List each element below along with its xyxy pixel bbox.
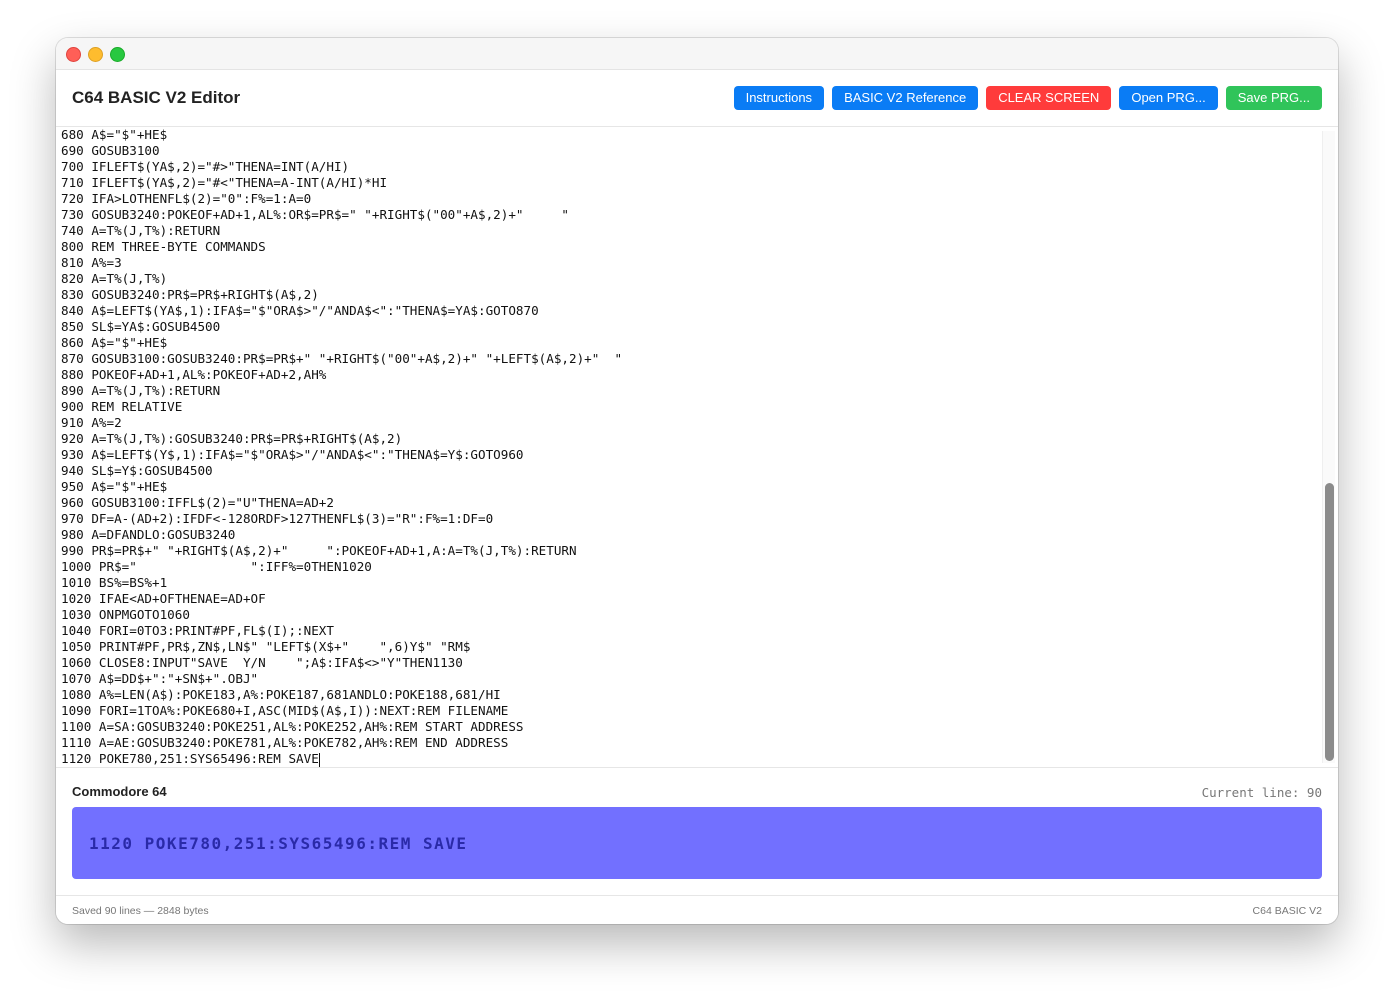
code-line[interactable]: 710 IFLEFT$(YA$,2)="#<"THENA=A-INT(A/HI)… bbox=[61, 175, 622, 191]
code-line[interactable]: 980 A=DFANDLO:GOSUB3240 bbox=[61, 527, 622, 543]
code-line[interactable]: 1040 FORI=0TO3:PRINT#PF,FL$(I);:NEXT bbox=[61, 623, 622, 639]
app-title: C64 BASIC V2 Editor bbox=[72, 88, 241, 107]
code-line[interactable]: 880 POKEOF+AD+1,AL%:POKEOF+AD+2,AH% bbox=[61, 367, 622, 383]
code-editor[interactable]: 680 A$="$"+HE$ 690 GOSUB3100 700 IFLEFT$(Y… bbox=[56, 127, 1338, 768]
status-bar: Saved 90 lines — 2848 bytes C64 BASIC V2 bbox=[56, 895, 1338, 924]
code-line[interactable]: 990 PR$=PR$+" "+RIGHT$(A$,2)+" ":POKEOF+… bbox=[61, 543, 622, 559]
code-line[interactable]: 680 A$="$"+HE$ bbox=[61, 127, 622, 143]
current-line-indicator: Current line: 90 bbox=[1201, 785, 1322, 800]
vertical-scrollbar[interactable] bbox=[1322, 131, 1335, 763]
code-line[interactable]: 800 REM THREE-BYTE COMMANDS bbox=[61, 239, 622, 255]
code-text-area[interactable]: 680 A$="$"+HE$ 690 GOSUB3100 700 IFLEFT$(Y… bbox=[61, 127, 622, 767]
toolbar: C64 BASIC V2 Editor Instructions BASIC V… bbox=[56, 70, 1338, 127]
code-line[interactable]: 1000 PR$=" ":IFF%=0THEN1020 bbox=[61, 559, 622, 575]
code-line[interactable]: 830 GOSUB3240:PR$=PR$+RIGHT$(A$,2) bbox=[61, 287, 622, 303]
code-line[interactable]: 740 A=T%(J,T%):RETURN bbox=[61, 223, 622, 239]
code-line[interactable]: 690 GOSUB3100 bbox=[61, 143, 622, 159]
code-line[interactable]: 850 SL$=YA$:GOSUB4500 bbox=[61, 319, 622, 335]
code-line[interactable]: 960 GOSUB3100:IFFL$(2)="U"THENA=AD+2 bbox=[61, 495, 622, 511]
code-line[interactable]: 900 REM RELATIVE bbox=[61, 399, 622, 415]
code-line[interactable]: 930 A$=LEFT$(Y$,1):IFA$="$"ORA$>"/"ANDA$… bbox=[61, 447, 622, 463]
code-line[interactable]: 1060 CLOSE8:INPUT"SAVE Y/N ";A$:IFA$<>"Y… bbox=[61, 655, 622, 671]
code-line[interactable]: 810 A%=3 bbox=[61, 255, 622, 271]
code-line[interactable]: 910 A%=2 bbox=[61, 415, 622, 431]
c64-screen: 1120 POKE780,251:SYS65496:REM SAVE bbox=[72, 807, 1322, 879]
code-line[interactable]: 920 A=T%(J,T%):GOSUB3240:PR$=PR$+RIGHT$(… bbox=[61, 431, 622, 447]
save-prg-button[interactable]: Save PRG... bbox=[1225, 86, 1322, 110]
title-bar bbox=[56, 38, 1338, 70]
code-line[interactable]: 1050 PRINT#PF,PR$,ZN$,LN$" "LEFT$(X$+" "… bbox=[61, 639, 622, 655]
code-line[interactable]: 1020 IFAE<AD+OFTHENAE=AD+OF bbox=[61, 591, 622, 607]
code-line[interactable]: 840 A$=LEFT$(YA$,1):IFA$="$"ORA$>"/"ANDA… bbox=[61, 303, 622, 319]
code-line[interactable]: 1070 A$=DD$+":"+SN$+".OBJ" bbox=[61, 671, 622, 687]
code-line[interactable]: 870 GOSUB3100:GOSUB3240:PR$=PR$+" "+RIGH… bbox=[61, 351, 622, 367]
code-line[interactable]: 1120 POKE780,251:SYS65496:REM SAVE bbox=[61, 751, 622, 767]
save-status: Saved 90 lines — 2848 bytes bbox=[72, 905, 209, 917]
scrollbar-thumb[interactable] bbox=[1325, 483, 1334, 761]
minimize-window-button[interactable] bbox=[88, 47, 103, 62]
code-line[interactable]: 820 A=T%(J,T%) bbox=[61, 271, 622, 287]
editor-window: C64 BASIC V2 Editor Instructions BASIC V… bbox=[56, 38, 1338, 924]
toolbar-buttons: Instructions BASIC V2 Reference CLEAR SC… bbox=[733, 86, 1322, 110]
c64-screen-text: 1120 POKE780,251:SYS65496:REM SAVE bbox=[89, 834, 468, 853]
c64-panel-title: Commodore 64 bbox=[72, 784, 167, 799]
code-line[interactable]: 730 GOSUB3240:POKEOF+AD+1,AL%:OR$=PR$=" … bbox=[61, 207, 622, 223]
zoom-window-button[interactable] bbox=[110, 47, 125, 62]
code-line[interactable]: 950 A$="$"+HE$ bbox=[61, 479, 622, 495]
text-caret bbox=[318, 752, 320, 767]
clear-screen-button[interactable]: CLEAR SCREEN bbox=[986, 86, 1112, 110]
instructions-button[interactable]: Instructions bbox=[733, 86, 825, 110]
code-line[interactable]: 1080 A%=LEN(A$):POKE183,A%:POKE187,681AN… bbox=[61, 687, 622, 703]
code-line[interactable]: 1100 A=SA:GOSUB3240:POKE251,AL%:POKE252,… bbox=[61, 719, 622, 735]
code-line[interactable]: 700 IFLEFT$(YA$,2)="#>"THENA=INT(A/HI) bbox=[61, 159, 622, 175]
code-line[interactable]: 1010 BS%=BS%+1 bbox=[61, 575, 622, 591]
code-line[interactable]: 1030 ONPMGOTO1060 bbox=[61, 607, 622, 623]
code-line[interactable]: 940 SL$=Y$:GOSUB4500 bbox=[61, 463, 622, 479]
mode-label: C64 BASIC V2 bbox=[1252, 905, 1322, 917]
code-line[interactable]: 1110 A=AE:GOSUB3240:POKE781,AL%:POKE782,… bbox=[61, 735, 622, 751]
code-line[interactable]: 970 DF=A-(AD+2):IFDF<-128ORDF>127THENFL$… bbox=[61, 511, 622, 527]
code-line[interactable]: 1090 FORI=1TOA%:POKE680+I,ASC(MID$(A$,I)… bbox=[61, 703, 622, 719]
code-line[interactable]: 860 A$="$"+HE$ bbox=[61, 335, 622, 351]
basic-reference-button[interactable]: BASIC V2 Reference bbox=[832, 86, 979, 110]
code-line[interactable]: 890 A=T%(J,T%):RETURN bbox=[61, 383, 622, 399]
close-window-button[interactable] bbox=[66, 47, 81, 62]
code-line[interactable]: 720 IFA>LOTHENFL$(2)="0":F%=1:A=0 bbox=[61, 191, 622, 207]
open-prg-button[interactable]: Open PRG... bbox=[1119, 86, 1218, 110]
